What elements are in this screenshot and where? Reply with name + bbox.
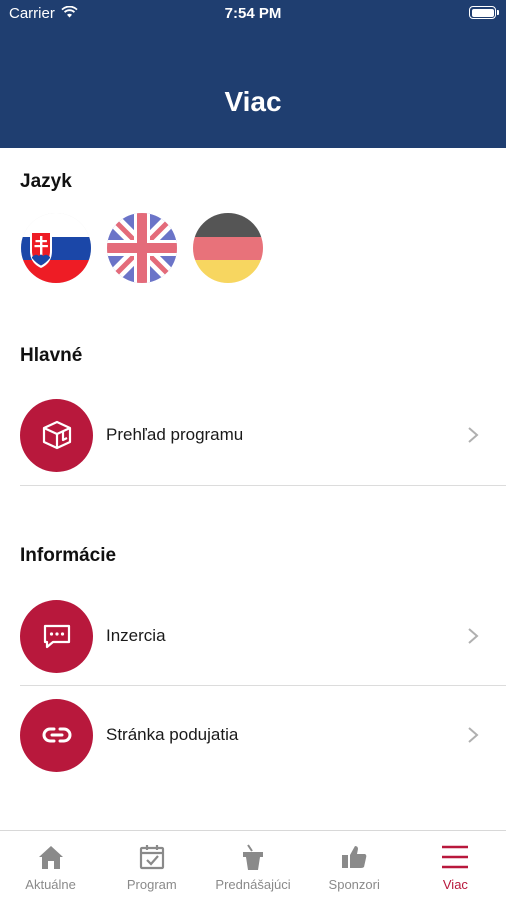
tab-label: Viac (442, 877, 468, 892)
chat-bubble-icon (20, 599, 93, 673)
divider (20, 485, 506, 486)
tab-label: Sponzori (328, 877, 380, 892)
menu-item-program[interactable]: Prehľad programu (20, 395, 486, 475)
thumbs-up-icon (340, 843, 368, 871)
menu-item-label: Prehľad programu (106, 425, 244, 444)
menu-item-website[interactable]: Stránka podujatia (20, 695, 486, 775)
tab-sponzori[interactable]: Sponzori (304, 831, 405, 900)
german-flag-icon[interactable] (193, 213, 263, 283)
status-bar: Carrier 7:54 PM (0, 0, 506, 28)
divider (20, 685, 506, 686)
tab-label: Program (126, 877, 177, 892)
status-time: 7:54 PM (224, 5, 282, 22)
podium-icon (239, 843, 267, 871)
chevron-right-icon (468, 427, 479, 443)
menu-item-ads[interactable]: Inzercia (20, 596, 486, 676)
tab-program[interactable]: Program (101, 831, 202, 900)
chevron-right-icon (468, 727, 479, 743)
tab-aktualne[interactable]: Aktuálne (0, 831, 101, 900)
slovak-flag-icon[interactable] (21, 213, 91, 283)
section-title-info: Informácie (20, 545, 117, 566)
british-flag-icon[interactable] (107, 213, 177, 283)
menu-item-label: Inzercia (106, 626, 166, 645)
chevron-right-icon (468, 628, 479, 644)
home-icon (37, 843, 65, 871)
link-icon (20, 698, 93, 772)
tab-label: Aktuálne (25, 877, 76, 892)
box-icon (20, 398, 93, 472)
battery-icon (469, 6, 499, 19)
tab-label: Prednášajúci (215, 877, 291, 892)
tab-bar: Aktuálne Program Prednášajúci Sponzori V… (0, 830, 506, 900)
section-title-language: Jazyk (20, 171, 72, 192)
section-title-main: Hlavné (20, 345, 83, 366)
menu-icon (440, 843, 470, 871)
page-title: Viac (224, 86, 282, 117)
tab-viac[interactable]: Viac (405, 831, 506, 900)
calendar-check-icon (138, 843, 166, 871)
language-flags (21, 213, 263, 283)
tab-prednasajuci[interactable]: Prednášajúci (202, 831, 303, 900)
menu-item-label: Stránka podujatia (106, 725, 239, 744)
top-header: Carrier 7:54 PM Viac (0, 0, 506, 148)
